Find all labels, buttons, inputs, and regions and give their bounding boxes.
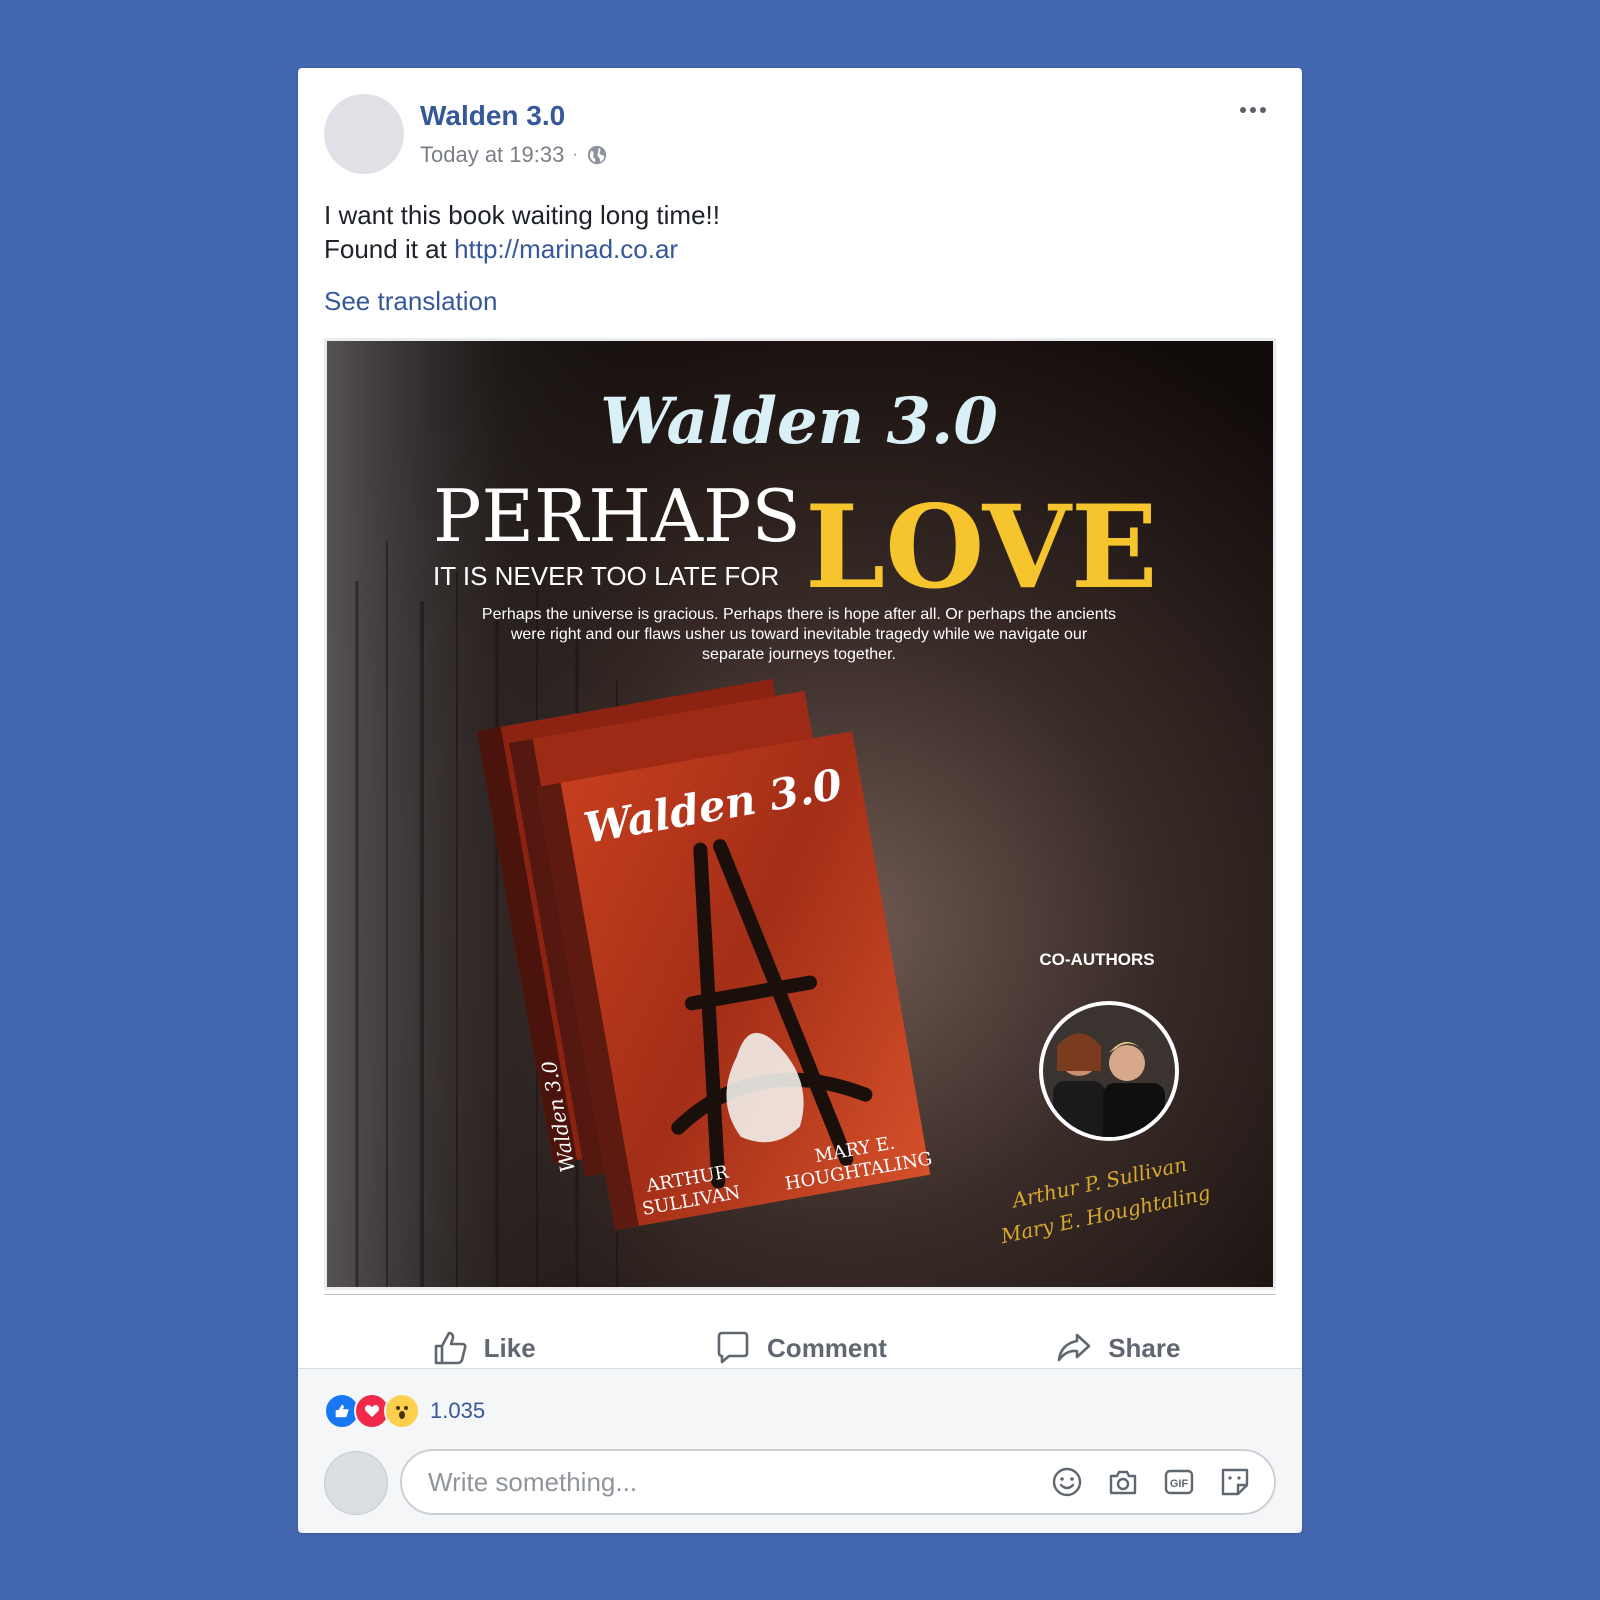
comment-icon <box>717 1331 749 1364</box>
sticker-icon[interactable] <box>1218 1465 1252 1499</box>
page-avatar[interactable] <box>324 94 404 174</box>
post-text: I want this book waiting long time!! Fou… <box>324 198 720 266</box>
comment-input[interactable] <box>426 1465 1050 1499</box>
see-translation-link[interactable]: See translation <box>324 286 497 317</box>
like-label: Like <box>483 1332 536 1363</box>
reaction-count[interactable]: 1.035 <box>430 1398 485 1424</box>
book-promo-graphic: Walden 3.0 PERHAPS LOVE IT IS NEVER TOO … <box>327 341 1273 1287</box>
promo-headline-love: LOVE <box>805 480 1158 614</box>
promo-blurb-line1: Perhaps the universe is gracious. Perhap… <box>482 606 1116 623</box>
reactions-summary[interactable]: 1.035 <box>324 1393 485 1429</box>
meta-separator: · <box>572 146 578 163</box>
post-image[interactable]: Walden 3.0 PERHAPS LOVE IT IS NEVER TOO … <box>324 338 1276 1290</box>
globe-icon <box>587 145 606 165</box>
share-icon <box>1057 1333 1091 1362</box>
share-label: Share <box>1108 1332 1181 1363</box>
comment-tools: GIF <box>1050 1465 1252 1499</box>
comment-label: Comment <box>767 1332 887 1363</box>
media-divider <box>324 1294 1276 1295</box>
more-options-icon[interactable] <box>1240 104 1272 116</box>
wow-reaction-icon <box>384 1393 420 1429</box>
emoji-icon[interactable] <box>1050 1465 1084 1499</box>
post-timestamp[interactable]: Today at 19:33 <box>420 142 564 168</box>
promo-tagline: IT IS NEVER TOO LATE FOR <box>433 561 779 591</box>
commenter-avatar <box>324 1451 388 1515</box>
promo-brand-title: Walden 3.0 <box>600 384 998 459</box>
gif-icon[interactable]: GIF <box>1162 1465 1196 1499</box>
post-footer: 1.035 GIF <box>298 1368 1302 1533</box>
coauthors-label: CO-AUTHORS <box>1039 950 1154 969</box>
camera-icon[interactable] <box>1106 1465 1140 1499</box>
post-link[interactable]: http://marinad.co.ar <box>454 234 678 264</box>
page-name[interactable]: Walden 3.0 <box>420 100 565 132</box>
post-text-line2: Found it at http://marinad.co.ar <box>324 232 720 266</box>
promo-blurb-line2: were right and our flaws usher us toward… <box>510 626 1088 643</box>
post-text-prefix: Found it at <box>324 234 455 264</box>
thumbs-up-icon <box>434 1331 467 1365</box>
promo-blurb-line3: separate journeys together. <box>702 646 896 663</box>
promo-headline-perhaps: PERHAPS <box>433 474 801 558</box>
post-card: Walden 3.0 Today at 19:33 · I want this … <box>298 68 1302 1533</box>
post-meta: Today at 19:33 · <box>420 142 608 168</box>
svg-text:GIF: GIF <box>1170 1478 1189 1490</box>
post-text-line1: I want this book waiting long time!! <box>324 200 720 230</box>
comment-box: GIF <box>400 1449 1276 1515</box>
